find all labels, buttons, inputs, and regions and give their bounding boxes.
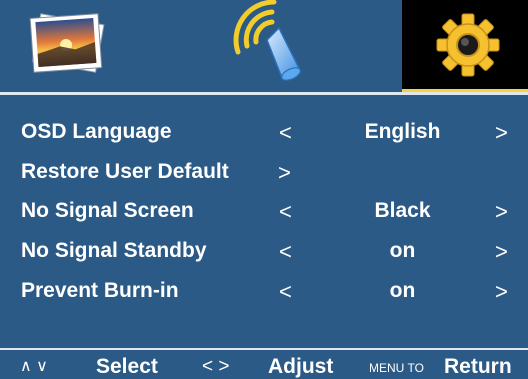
photo-icon bbox=[29, 13, 105, 73]
adjust-hint: Adjust bbox=[268, 355, 334, 378]
speaker-icon bbox=[233, 0, 302, 81]
up-down-keys-hint: ∧ ∨ bbox=[20, 358, 48, 375]
gear-icon bbox=[436, 13, 500, 77]
decrease-arrow[interactable]: < bbox=[279, 120, 292, 146]
enter-arrow[interactable]: > bbox=[278, 160, 291, 186]
menu-to-hint: MENU TO bbox=[369, 361, 424, 375]
key-hint-bar: ∧ ∨ Select < > Adjust MENU TO Return bbox=[0, 348, 528, 379]
option-value: English bbox=[364, 120, 441, 143]
option-value: Black bbox=[374, 199, 431, 222]
menu-item-label: Prevent Burn-in bbox=[21, 279, 179, 302]
tab-audio[interactable] bbox=[134, 0, 402, 92]
increase-arrow[interactable]: > bbox=[495, 199, 508, 225]
tab-photo[interactable] bbox=[0, 0, 134, 92]
menu-item-label: No Signal Standby bbox=[21, 239, 207, 262]
return-hint: Return bbox=[444, 355, 512, 378]
left-right-keys-hint: < > bbox=[202, 356, 230, 377]
menu-item-osd-language[interactable]: OSD Language < English > bbox=[0, 112, 528, 152]
decrease-arrow[interactable]: < bbox=[279, 279, 292, 305]
decrease-arrow[interactable]: < bbox=[279, 239, 292, 265]
option-value: on bbox=[389, 239, 416, 262]
menu-item-no-signal-screen[interactable]: No Signal Screen < Black > bbox=[0, 191, 528, 231]
menu-item-label: No Signal Screen bbox=[21, 199, 194, 222]
increase-arrow[interactable]: > bbox=[495, 239, 508, 265]
footer-divider bbox=[0, 348, 528, 350]
increase-arrow[interactable]: > bbox=[495, 279, 508, 305]
select-hint: Select bbox=[96, 355, 158, 378]
menu-item-label: Restore User Default bbox=[21, 160, 229, 183]
increase-arrow[interactable]: > bbox=[495, 120, 508, 146]
menu-item-prevent-burn-in[interactable]: Prevent Burn-in < on > bbox=[0, 271, 528, 311]
menu-item-label: OSD Language bbox=[21, 120, 172, 143]
option-value: on bbox=[389, 279, 416, 302]
menu-item-restore-user-default[interactable]: Restore User Default > bbox=[0, 152, 528, 192]
menu-item-no-signal-standby[interactable]: No Signal Standby < on > bbox=[0, 231, 528, 271]
header-divider bbox=[0, 92, 528, 95]
tab-bar bbox=[0, 0, 528, 92]
tab-setup[interactable] bbox=[402, 0, 528, 92]
decrease-arrow[interactable]: < bbox=[279, 199, 292, 225]
